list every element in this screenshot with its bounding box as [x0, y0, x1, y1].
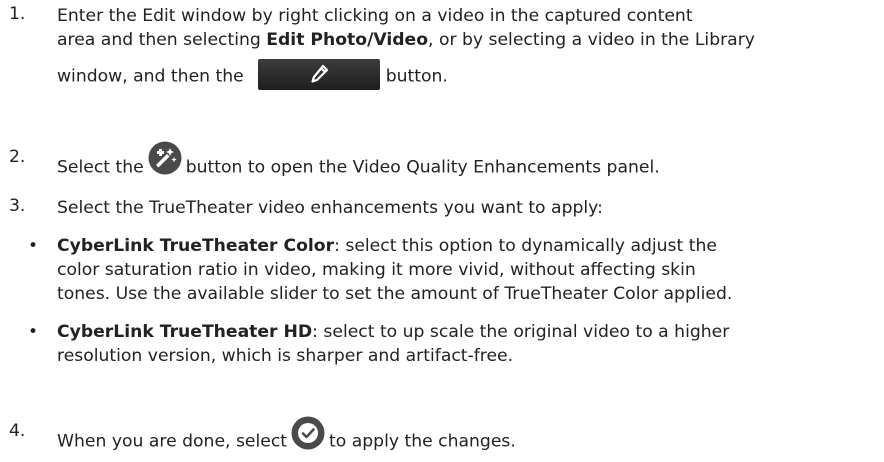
- bullet-2-text: CyberLink TrueTheater HD: select to up s…: [57, 320, 877, 368]
- step-2-text: Select the button to open the Video Quali…: [57, 141, 877, 188]
- step-1-line-3-pre: window, and then the: [57, 66, 244, 87]
- edit-button[interactable]: [257, 59, 380, 90]
- bullet-1-line-1: CyberLink TrueTheater Color: select this…: [57, 234, 877, 258]
- step-1-number: 1.: [9, 4, 26, 24]
- truetheater-color-label: CyberLink TrueTheater Color: [57, 236, 335, 256]
- step-2-number: 2.: [9, 147, 26, 167]
- step-2-line: Select the button to open the Video Quali…: [57, 141, 877, 188]
- bullet-1-text: CyberLink TrueTheater Color: select this…: [57, 234, 877, 306]
- bullet-2-line-1: CyberLink TrueTheater HD: select to up s…: [57, 320, 877, 344]
- step-3-text: Select the TrueTheater video enhancement…: [57, 198, 603, 218]
- step-2-post: button to open the Video Quality Enhance…: [185, 157, 660, 178]
- apply-button[interactable]: [291, 416, 325, 457]
- step-1-line-2-pre: area and then selecting: [57, 30, 267, 50]
- step-1-text: Enter the Edit window by right clicking …: [57, 4, 877, 92]
- step-1-line-3: window, and then the button.: [57, 59, 877, 92]
- bullet-dot: •: [28, 236, 39, 256]
- step-2-pre: Select the: [57, 157, 144, 178]
- enhance-button[interactable]: [148, 141, 182, 182]
- bullet-dot: •: [28, 322, 39, 342]
- bullet-2-line-2: resolution version, which is sharper and…: [57, 346, 514, 366]
- step-4-line: When you are done, select to apply the ch…: [57, 416, 877, 462]
- step-4-post: to apply the changes.: [329, 431, 516, 452]
- checkmark-icon: [291, 416, 325, 450]
- step-1-line-3-post: button.: [385, 66, 448, 87]
- step-1-line-1: Enter the Edit window by right clicking …: [57, 6, 693, 26]
- magic-wand-film-icon: [148, 141, 182, 175]
- step-1-line-2-post: , or by selecting a video in the Library: [428, 30, 755, 50]
- edit-photo-video-menu-label: Edit Photo/Video: [266, 30, 429, 50]
- bullet-1-line-2: color saturation ratio in video, making …: [57, 260, 696, 280]
- pencil-icon: [311, 64, 328, 83]
- bullet-1-line-3: tones. Use the available slider to set t…: [57, 284, 733, 304]
- step-4-number: 4.: [9, 421, 26, 441]
- step-3-number: 3.: [9, 196, 26, 216]
- step-4-text: When you are done, select to apply the ch…: [57, 416, 877, 462]
- truetheater-hd-label: CyberLink TrueTheater HD: [57, 322, 313, 342]
- bullet-1-line-1-post: : select this option to dynamically adju…: [334, 236, 717, 256]
- step-4-pre: When you are done, select: [57, 431, 288, 452]
- bullet-2-line-1-post: : select to up scale the original video …: [312, 322, 730, 342]
- step-1-line-2: area and then selecting Edit Photo/Video…: [57, 28, 877, 52]
